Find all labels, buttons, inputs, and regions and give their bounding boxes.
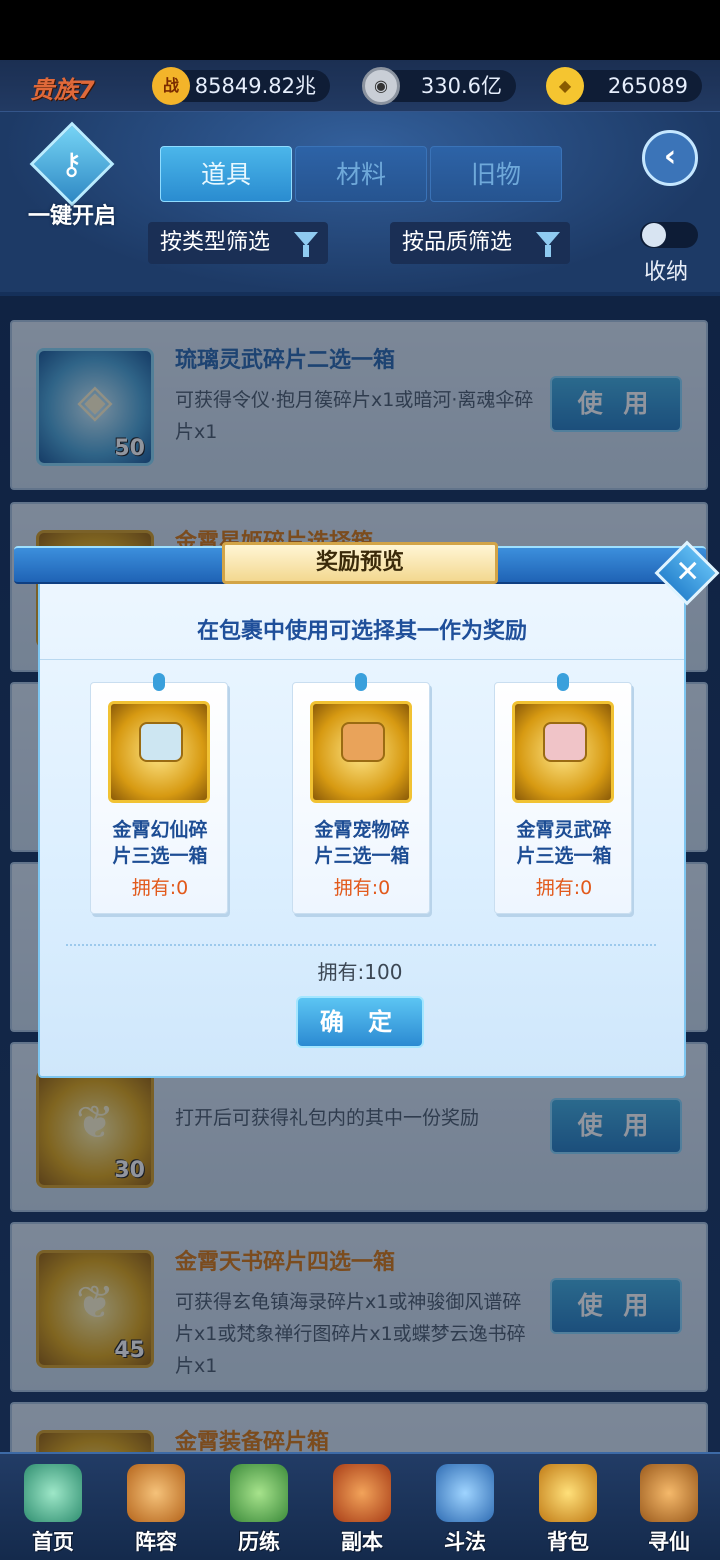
collapse-toggle[interactable]: [640, 222, 698, 248]
one-click-open-button[interactable]: ⚷ 一键开启: [20, 121, 124, 229]
gold-ingot-icon: ◆: [546, 67, 584, 105]
filter-by-type-button[interactable]: 按类型筛选: [148, 222, 328, 264]
filter-icon: [294, 232, 318, 257]
reward-owned: 拥有:0: [333, 877, 391, 899]
nav-label: 首页: [32, 1530, 74, 1554]
dungeon-icon: [333, 1464, 391, 1522]
one-click-open-label: 一键开启: [27, 204, 116, 229]
toggle-knob: [642, 223, 666, 247]
reward-chest-icon: [108, 701, 210, 803]
spirit-weapon-portrait-icon: [543, 722, 587, 762]
tab-old-items[interactable]: 旧物: [430, 146, 562, 202]
dialog-subtitle: 在包裹中使用可选择其一作为奖励: [40, 604, 684, 660]
resource-bar: 贵族7 战 85849.82兆 ◉ 330.6亿 ◆ 265089: [0, 60, 720, 112]
collapse-label: 收纳: [644, 260, 689, 285]
nav-battle[interactable]: 斗法: [414, 1454, 516, 1560]
coins-display: ◉ 330.6亿: [362, 67, 516, 105]
dialog-title: 奖励预览: [222, 542, 498, 584]
gold-display: ◆ 265089: [546, 67, 702, 105]
reward-name-line: 金霄幻仙碎: [112, 819, 208, 841]
key-icon: ⚷: [29, 121, 115, 207]
reward-name: 金霄灵武碎 片三选一箱: [499, 817, 629, 869]
nav-bag[interactable]: 背包: [517, 1454, 619, 1560]
seek-icon: [640, 1464, 698, 1522]
power-icon: 战: [152, 67, 190, 105]
power-display: 战 85849.82兆: [152, 67, 330, 105]
nav-label: 历练: [238, 1530, 280, 1554]
nav-lineup[interactable]: 阵容: [105, 1454, 207, 1560]
nav-label: 背包: [547, 1530, 589, 1554]
power-value: 85849.82兆: [194, 74, 316, 98]
reward-option[interactable]: 金霄宠物碎 片三选一箱 拥有:0: [292, 673, 430, 914]
nav-label: 副本: [341, 1530, 383, 1554]
nav-home[interactable]: 首页: [2, 1454, 104, 1560]
reward-name: 金霄幻仙碎 片三选一箱: [95, 817, 225, 869]
nav-label: 寻仙: [648, 1530, 690, 1554]
reward-name-line: 金霄灵武碎: [516, 819, 612, 841]
reward-chest-icon: [310, 701, 412, 803]
back-arrow-icon: ‹: [663, 139, 677, 174]
tab-materials[interactable]: 材料: [295, 146, 427, 202]
battle-icon: [436, 1464, 494, 1522]
nav-dungeon[interactable]: 副本: [311, 1454, 413, 1560]
filter-by-quality-button[interactable]: 按品质筛选: [390, 222, 570, 264]
pin-icon: [153, 673, 165, 691]
close-icon: ✕: [675, 554, 701, 590]
home-icon: [24, 1464, 82, 1522]
filter-by-quality-label: 按品质筛选: [402, 230, 513, 255]
back-button[interactable]: ‹: [642, 130, 698, 186]
reward-owned: 拥有:0: [131, 877, 189, 899]
reward-option[interactable]: 金霄灵武碎 片三选一箱 拥有:0: [494, 673, 632, 914]
filter-by-type-label: 按类型筛选: [160, 230, 271, 255]
pin-icon: [557, 673, 569, 691]
divider: [66, 944, 656, 946]
nav-training[interactable]: 历练: [208, 1454, 310, 1560]
gold-value: 265089: [607, 74, 688, 98]
pin-icon: [355, 673, 367, 691]
owned-total: 拥有:100: [317, 960, 403, 984]
reward-owned: 拥有:0: [535, 877, 593, 899]
coins-value: 330.6亿: [420, 74, 502, 98]
status-bar: [0, 0, 720, 60]
tab-items[interactable]: 道具: [160, 146, 292, 202]
nav-label: 阵容: [135, 1530, 177, 1554]
reward-name-line: 金霄宠物碎: [314, 819, 410, 841]
confirm-button[interactable]: 确 定: [296, 996, 424, 1048]
coin-icon: ◉: [362, 67, 400, 105]
vip-level: 贵族7: [30, 76, 95, 104]
reward-name: 金霄宠物碎 片三选一箱: [297, 817, 427, 869]
nav-seek[interactable]: 寻仙: [618, 1454, 720, 1560]
reward-name-line: 片三选一箱: [112, 845, 208, 867]
reward-chest-icon: [512, 701, 614, 803]
bottom-navigation: 首页 阵容 历练 副本 斗法 背包 寻仙: [0, 1452, 720, 1560]
nav-label: 斗法: [444, 1530, 486, 1554]
immortal-portrait-icon: [139, 722, 183, 762]
pet-portrait-icon: [341, 722, 385, 762]
reward-name-line: 片三选一箱: [516, 845, 612, 867]
reward-name-line: 片三选一箱: [314, 845, 410, 867]
filter-icon: [536, 232, 560, 257]
bag-icon: [539, 1464, 597, 1522]
lineup-icon: [127, 1464, 185, 1522]
reward-option[interactable]: 金霄幻仙碎 片三选一箱 拥有:0: [90, 673, 228, 914]
training-icon: [230, 1464, 288, 1522]
